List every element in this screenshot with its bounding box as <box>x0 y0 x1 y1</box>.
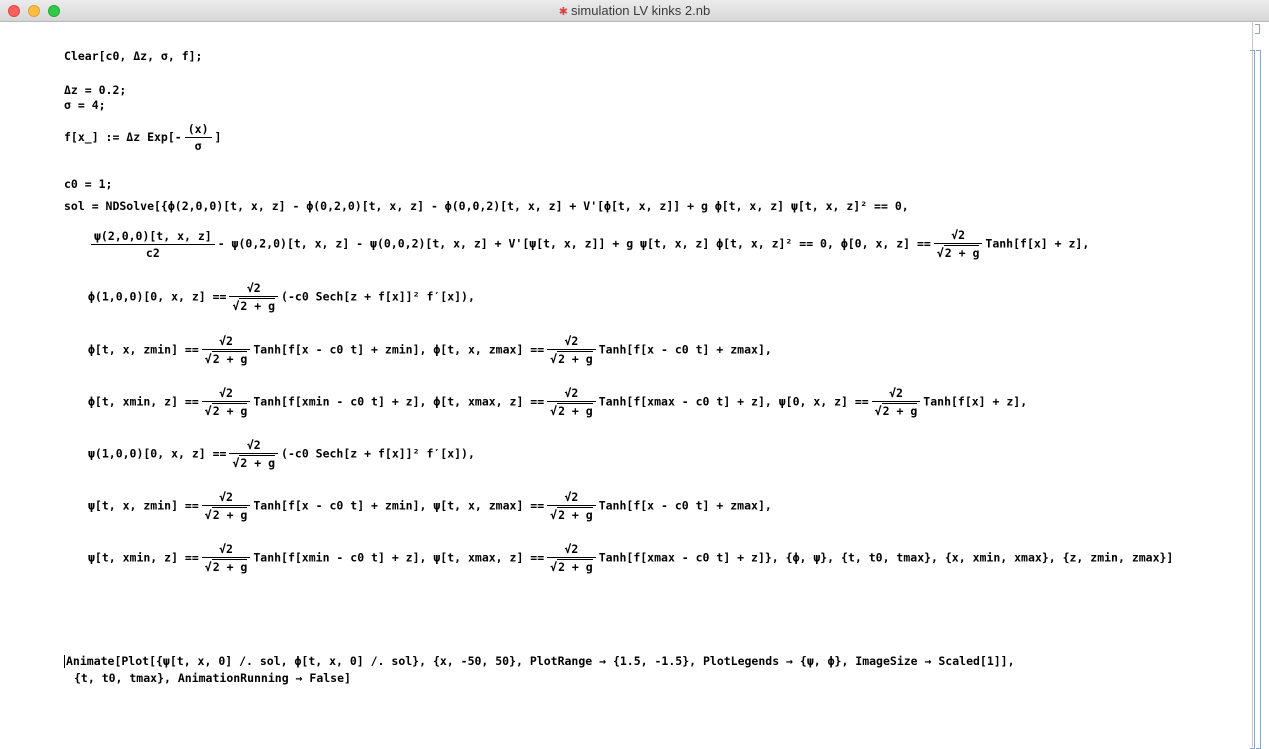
input-sigma[interactable]: σ = 4; <box>64 98 106 112</box>
input-ndsolve-line-8[interactable]: ψ[t, xmin, z] == √2 √2 + g Tanh[f[xmin - c0… <box>88 542 1173 574</box>
input-dz[interactable]: Δz = 0.2; <box>64 83 126 97</box>
input-ndsolve-line-6[interactable]: ψ(1,0,0)[0, x, z] == √2 √2 + g (-c0 Sech[z … <box>88 438 475 470</box>
input-clear[interactable]: Clear[c0, Δz, σ, f]; <box>64 49 202 63</box>
cell-bracket[interactable] <box>1256 50 1261 749</box>
input-ndsolve-line-3[interactable]: ϕ(1,0,0)[0, x, z] == √2 √2 + g (-c0 Sech[z … <box>88 281 475 313</box>
input-f-def[interactable]: f[x_] := Δz Exp[- (x) σ] <box>64 122 221 153</box>
input-ndsolve-line-4[interactable]: ϕ[t, x, zmin] == √2 √2 + g Tanh[f[x - c0 t]… <box>88 334 772 366</box>
input-ndsolve-line-2[interactable]: ψ(2,0,0)[t, x, z] c2- ψ(0,2,0)[t, x, z] -… <box>88 228 1089 260</box>
input-animate-line-2[interactable]: {t, t0, tmax}, AnimationRunning → False] <box>74 671 351 685</box>
text-cursor <box>64 655 65 668</box>
title-bar: ✱ simulation LV kinks 2.nb <box>0 0 1269 22</box>
input-ndsolve-line-5[interactable]: ϕ[t, xmin, z] == √2 √2 + g Tanh[f[xmin - c0… <box>88 386 1027 418</box>
input-ndsolve-line-7[interactable]: ψ[t, x, zmin] == √2 √2 + g Tanh[f[x - c0 t]… <box>88 490 772 522</box>
cell-bracket-top[interactable] <box>1255 24 1260 34</box>
cell-group-bracket[interactable] <box>1250 50 1255 749</box>
input-c0[interactable]: c0 = 1; <box>64 177 112 191</box>
notebook-file-icon: ✱ <box>558 6 568 18</box>
input-ndsolve-line-1[interactable]: sol = NDSolve[{ϕ(2,0,0)[t, x, z] - ϕ(0,2… <box>64 199 909 213</box>
window-title: ✱ simulation LV kinks 2.nb <box>558 3 711 18</box>
input-animate-line-1[interactable]: Animate[Plot[{ψ[t, x, 0] /. sol, ϕ[t, x,… <box>66 654 1015 668</box>
